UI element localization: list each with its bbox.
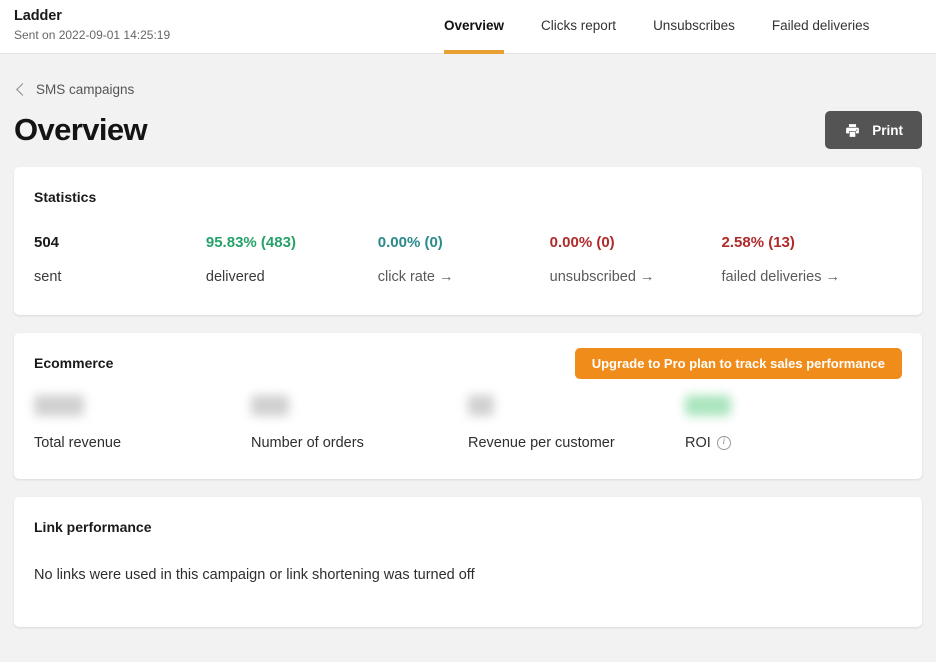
tab-unsubscribes[interactable]: Unsubscribes [653,0,735,54]
stat-failed-deliveries-label-text: failed deliveries [721,269,822,285]
tab-clicks-report[interactable]: Clicks report [541,0,616,54]
ecommerce-roi: ROI i [685,395,902,453]
locked-value-placeholder [34,395,84,416]
locked-value-placeholder [251,395,289,416]
statistics-card: Statistics 504 sent 95.83% (483) deliver… [14,167,922,315]
stat-sent-label: sent [34,269,62,285]
stat-click-rate-label-text: click rate [377,269,435,285]
ecommerce-number-of-orders-label: Number of orders [251,435,364,451]
campaign-sent-timestamp: Sent on 2022-09-01 14:25:19 [14,28,171,42]
app-header: Ladder Sent on 2022-09-01 14:25:19 Overv… [0,0,936,54]
tab-overview[interactable]: Overview [444,0,505,54]
stat-unsubscribed-value: 0.00% (0) [549,234,615,251]
arrow-right-icon: → [639,269,655,285]
statistics-title: Statistics [34,189,97,205]
chevron-left-icon [16,83,29,96]
page-title-row: Overview Print [14,111,922,149]
printer-icon [844,122,861,139]
statistics-grid: 504 sent 95.83% (483) delivered 0.00% (0… [34,233,902,295]
stat-sent: 504 sent [34,233,206,287]
stat-unsubscribed-label[interactable]: unsubscribed → [550,267,722,287]
ecommerce-total-revenue: Total revenue [34,395,251,453]
link-performance-title: Link performance [34,519,152,535]
main-tabs: Overview Clicks report Unsubscribes Fail… [444,0,869,54]
ecommerce-header: Ecommerce Upgrade to Pro plan to track s… [34,348,902,379]
arrow-right-icon: → [825,269,840,285]
ecommerce-roi-label: ROI i [685,433,902,453]
ecommerce-number-of-orders: Number of orders [251,395,468,453]
page-body: SMS campaigns Overview Print Statistics … [0,82,936,627]
ecommerce-total-revenue-label: Total revenue [34,435,122,451]
stat-unsubscribed-label-text: unsubscribed [549,269,636,285]
breadcrumb-label: SMS campaigns [36,82,135,97]
ecommerce-revenue-per-customer-label: Revenue per customer [468,435,615,451]
stat-failed-deliveries[interactable]: 2.58% (13) failed deliveries → [722,233,902,287]
page-title: Overview [14,112,148,147]
stat-click-rate[interactable]: 0.00% (0) click rate → [378,233,550,287]
link-performance-empty-message: No links were used in this campaign or l… [34,567,475,583]
print-button-label: Print [872,122,903,138]
breadcrumb[interactable]: SMS campaigns [14,82,922,97]
ecommerce-roi-label-text: ROI [685,435,711,451]
stat-failed-deliveries-value: 2.58% (13) [721,234,795,251]
ecommerce-revenue-per-customer: Revenue per customer [468,395,685,453]
print-button[interactable]: Print [825,111,922,149]
arrow-right-icon: → [438,269,454,285]
campaign-meta: Ladder Sent on 2022-09-01 14:25:19 [0,0,170,44]
stat-unsubscribed[interactable]: 0.00% (0) unsubscribed → [550,233,722,287]
link-performance-card: Link performance No links were used in t… [14,497,922,627]
stat-failed-deliveries-label[interactable]: failed deliveries → [722,267,902,287]
stat-delivered-label: delivered [205,269,265,285]
locked-value-placeholder [468,395,494,416]
stat-click-rate-value: 0.00% (0) [377,234,443,251]
locked-value-placeholder [685,395,731,416]
stat-delivered: 95.83% (483) delivered [206,233,378,287]
cards-container: Statistics 504 sent 95.83% (483) deliver… [14,167,922,627]
ecommerce-grid: Total revenue Number of orders Revenue p… [34,395,902,459]
stat-sent-value: 504 [34,234,60,251]
stat-delivered-value: 95.83% (483) [205,234,296,251]
campaign-name: Ladder [14,8,62,24]
ecommerce-title: Ecommerce [34,355,114,371]
ecommerce-card: Ecommerce Upgrade to Pro plan to track s… [14,333,922,479]
upgrade-to-pro-button[interactable]: Upgrade to Pro plan to track sales perfo… [574,348,902,379]
tab-failed-deliveries[interactable]: Failed deliveries [772,0,870,54]
stat-click-rate-label[interactable]: click rate → [378,267,550,287]
info-icon[interactable]: i [716,436,731,450]
